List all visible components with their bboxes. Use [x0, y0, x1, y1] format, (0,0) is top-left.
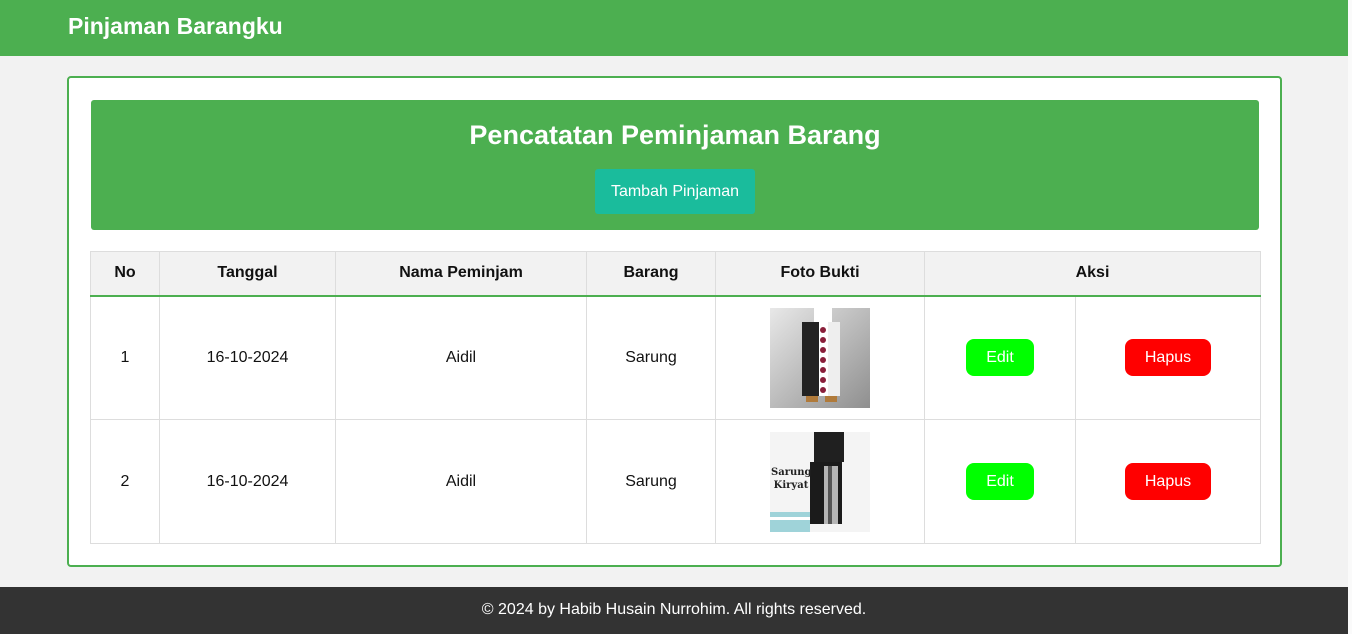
loans-table: No Tanggal Nama Peminjam Barang Foto Buk…	[90, 251, 1261, 544]
cell-delete: Hapus	[1075, 419, 1261, 544]
header-aksi: Aksi	[924, 251, 1261, 297]
cell-barang: Sarung	[586, 295, 716, 420]
proof-photo: Sarung Kiryat	[770, 431, 870, 532]
cell-foto: Sarung Kiryat	[715, 419, 925, 544]
footer: © 2024 by Habib Husain Nurrohim. All rig…	[0, 587, 1348, 634]
main-card: Pencatatan Peminjaman Barang Tambah Pinj…	[67, 76, 1282, 567]
photo-caption: Sarung Kiryat	[771, 466, 812, 491]
delete-button[interactable]: Hapus	[1125, 339, 1211, 377]
header-foto: Foto Bukti	[715, 251, 925, 297]
header-no: No	[90, 251, 160, 297]
hero-banner: Pencatatan Peminjaman Barang Tambah Pinj…	[91, 100, 1259, 230]
cell-tanggal: 16-10-2024	[159, 295, 336, 420]
edit-button[interactable]: Edit	[966, 339, 1034, 377]
brand-title[interactable]: Pinjaman Barangku	[68, 13, 283, 40]
header-nama: Nama Peminjam	[335, 251, 587, 297]
cell-no: 2	[90, 419, 160, 544]
edit-button[interactable]: Edit	[966, 463, 1034, 500]
footer-text: © 2024 by Habib Husain Nurrohim. All rig…	[481, 601, 867, 618]
cell-tanggal: 16-10-2024	[159, 419, 336, 544]
cell-edit: Edit	[924, 295, 1076, 420]
cell-nama: Aidil	[335, 419, 587, 544]
cell-barang: Sarung	[586, 419, 716, 544]
cell-delete: Hapus	[1075, 295, 1261, 420]
proof-photo	[770, 307, 870, 408]
table-header-row: No Tanggal Nama Peminjam Barang Foto Buk…	[90, 251, 1261, 297]
table-row: 1 16-10-2024 Aidil Sarung Edit Hapus	[90, 295, 1261, 420]
cell-edit: Edit	[924, 419, 1076, 544]
cell-no: 1	[90, 295, 160, 420]
delete-button[interactable]: Hapus	[1125, 463, 1211, 500]
cell-nama: Aidil	[335, 295, 587, 420]
header-barang: Barang	[586, 251, 716, 297]
table-row: 2 16-10-2024 Aidil Sarung Sarung Kiryat …	[90, 419, 1261, 544]
header-tanggal: Tanggal	[159, 251, 336, 297]
navbar: Pinjaman Barangku	[0, 0, 1348, 56]
cell-foto	[715, 295, 925, 420]
page-title: Pencatatan Peminjaman Barang	[469, 120, 881, 150]
add-loan-button[interactable]: Tambah Pinjaman	[595, 169, 755, 214]
scrollbar[interactable]	[1348, 0, 1352, 634]
